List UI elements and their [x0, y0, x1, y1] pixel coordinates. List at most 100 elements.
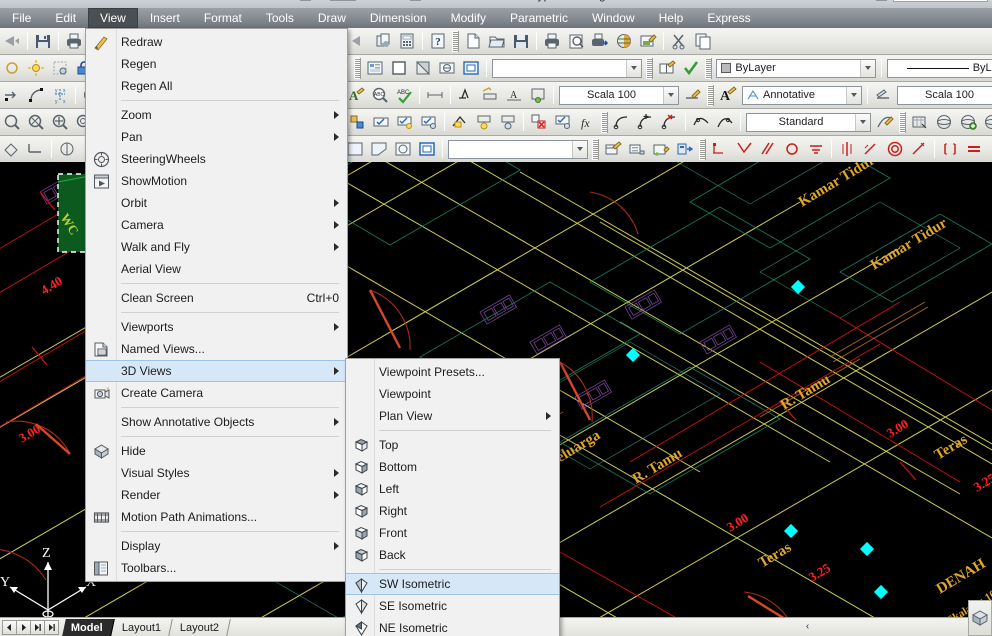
osnap-settings-icon[interactable] [370, 111, 392, 133]
add-vertex-icon[interactable] [635, 111, 657, 133]
first-tab-icon[interactable] [2, 619, 17, 635]
menu-item-sw-isometric[interactable]: SW Isometric [346, 573, 559, 595]
menubar-item-view[interactable]: View [88, 8, 138, 28]
menu-item-visual-styles[interactable]: Visual Styles [86, 462, 347, 484]
menubar-item-tools[interactable]: Tools [254, 8, 306, 28]
osnap-midpoint-icon[interactable] [346, 111, 368, 133]
print-preview-icon[interactable] [565, 30, 587, 52]
constraint-icon-2[interactable] [497, 111, 519, 133]
menu-item-viewports[interactable]: Viewports [86, 316, 347, 338]
annotation-scale-chevron-down-icon[interactable] [663, 86, 678, 104]
multileader-style-combo[interactable]: Standard [746, 112, 871, 132]
dim-linear-icon[interactable] [709, 138, 731, 160]
scroll-left-icon[interactable]: ‹ [800, 618, 815, 635]
constraint-settings-icon[interactable] [552, 111, 574, 133]
open-icon[interactable] [486, 30, 508, 52]
layer-iso-icon[interactable] [388, 57, 410, 79]
text-style-chevron-down-icon[interactable] [846, 86, 861, 104]
layer-list-chevron-down-icon[interactable] [626, 59, 642, 77]
view-dropdown-menu[interactable]: Redraw Regen Regen All Zoom Pan SteeringWheel… [85, 28, 348, 582]
menu-item-motion-path-animations[interactable]: Motion Path Animations... [86, 506, 347, 528]
menu-item-showmotion[interactable]: ShowMotion [86, 170, 347, 192]
help-icon[interactable]: ? [427, 30, 449, 52]
menubar-item-parametric[interactable]: Parametric [498, 8, 580, 28]
menu-item-se-isometric[interactable]: SE Isometric [346, 595, 559, 617]
dim-parallel-icon[interactable] [757, 138, 779, 160]
dynamic-input-lock-icon[interactable] [449, 111, 471, 133]
iso-view-icon[interactable] [972, 610, 988, 626]
plot-icon[interactable] [63, 30, 85, 52]
osnap-node-icon[interactable] [418, 111, 440, 133]
layer-color-combo[interactable]: ByLayer [716, 58, 877, 78]
constraint-icon-1[interactable] [473, 111, 495, 133]
spline-fit-icon[interactable] [690, 111, 712, 133]
viewport-scale-chevron-down-icon[interactable] [572, 140, 587, 158]
text-style-combo[interactable]: Annotative [742, 85, 862, 105]
osnap-insert-icon[interactable] [394, 111, 416, 133]
menu-item-viewpoint-presets[interactable]: Viewpoint Presets... [346, 361, 559, 383]
menu-item-pan[interactable]: Pan [86, 126, 347, 148]
3d-box-icon[interactable] [909, 111, 931, 133]
layout-tab-layout1[interactable]: Layout1 [112, 618, 173, 636]
sheetset-icon[interactable] [372, 30, 394, 52]
search-input[interactable]: Type a keyword or phrase [893, 0, 988, 2]
dim-scale-brush-icon[interactable] [872, 84, 894, 106]
publish-arrow-icon[interactable] [348, 30, 370, 52]
save-icon[interactable] [32, 30, 54, 52]
dim-style-brush-icon[interactable] [682, 84, 704, 106]
menu-item-front[interactable]: Front [346, 522, 559, 544]
menubar-item-modify[interactable]: Modify [439, 8, 498, 28]
multileader-style-chevron-down-icon[interactable] [855, 113, 870, 131]
annotation-scale-combo[interactable]: Scala 100 [559, 85, 679, 105]
spell-check-icon[interactable]: ABC [393, 84, 415, 106]
menu-item-steeringwheels[interactable]: SteeringWheels [86, 148, 347, 170]
new-icon[interactable] [462, 30, 484, 52]
dim-equal-icon[interactable] [860, 138, 882, 160]
menubar-item-help[interactable]: Help [647, 8, 696, 28]
scale-list-icon[interactable] [424, 84, 446, 106]
menu-item-toolbars[interactable]: Toolbars... [86, 557, 347, 579]
qnew-arrow-icon[interactable] [1, 30, 23, 52]
menu-item-create-camera[interactable]: Create Camera [86, 382, 347, 404]
parameters-manager-icon[interactable]: fx [576, 111, 598, 133]
menu-item-show-annotative-objects[interactable]: Show Annotative Objects [86, 411, 347, 433]
dim-arrow-icon[interactable] [1, 84, 23, 106]
viewport-object-icon[interactable] [392, 138, 414, 160]
add-scale-icon[interactable] [479, 84, 501, 106]
block-insert-icon[interactable] [674, 138, 696, 160]
menu-item-back[interactable]: Back [346, 544, 559, 566]
text-height-icon[interactable]: A [503, 84, 525, 106]
layer-freeze-icon[interactable] [1, 57, 23, 79]
copy-icon[interactable] [692, 30, 714, 52]
print-icon[interactable] [541, 30, 563, 52]
dim-equal-sign-icon[interactable] [963, 138, 985, 160]
menubar-item-draw[interactable]: Draw [306, 8, 358, 28]
layer-color-chevron-down-icon[interactable] [860, 59, 876, 77]
ucs-icon-1[interactable] [1, 138, 23, 160]
layout-tab-layout2[interactable]: Layout2 [171, 618, 231, 636]
menu-item-display[interactable]: Display [86, 535, 347, 557]
arc-dim-icon[interactable] [25, 84, 47, 106]
next-tab-icon[interactable] [30, 619, 45, 635]
dim-collinear-icon[interactable] [939, 138, 961, 160]
viewport-scale-combo[interactable] [448, 139, 588, 159]
layer-states-icon[interactable] [656, 57, 678, 79]
3d-sphere-icon[interactable] [933, 111, 955, 133]
3d-views-submenu[interactable]: Viewpoint Presets... Viewpoint Plan View To… [345, 358, 560, 636]
menubar-item-insert[interactable]: Insert [138, 8, 192, 28]
menu-item-camera[interactable]: Camera [86, 214, 347, 236]
menu-item-redraw[interactable]: Redraw [86, 31, 347, 53]
layer-lock-icon[interactable] [49, 57, 71, 79]
dim-concentric-icon[interactable] [884, 138, 906, 160]
menu-item-regen[interactable]: Regen [86, 53, 347, 75]
menu-item-viewpoint[interactable]: Viewpoint [346, 383, 559, 405]
layer-on-icon[interactable] [25, 57, 47, 79]
annotation-visibility-icon[interactable] [455, 84, 477, 106]
zoom-extents-icon[interactable] [49, 111, 71, 133]
menubar-item-window[interactable]: Window [580, 8, 647, 28]
delete-constraint-icon[interactable] [528, 111, 550, 133]
layer-previous-icon[interactable] [460, 57, 482, 79]
menu-item-ne-isometric[interactable]: NE Isometric [346, 617, 559, 636]
find-text-icon[interactable]: ABC [369, 84, 391, 106]
coordinate-icon[interactable]: yxyx [49, 84, 71, 106]
